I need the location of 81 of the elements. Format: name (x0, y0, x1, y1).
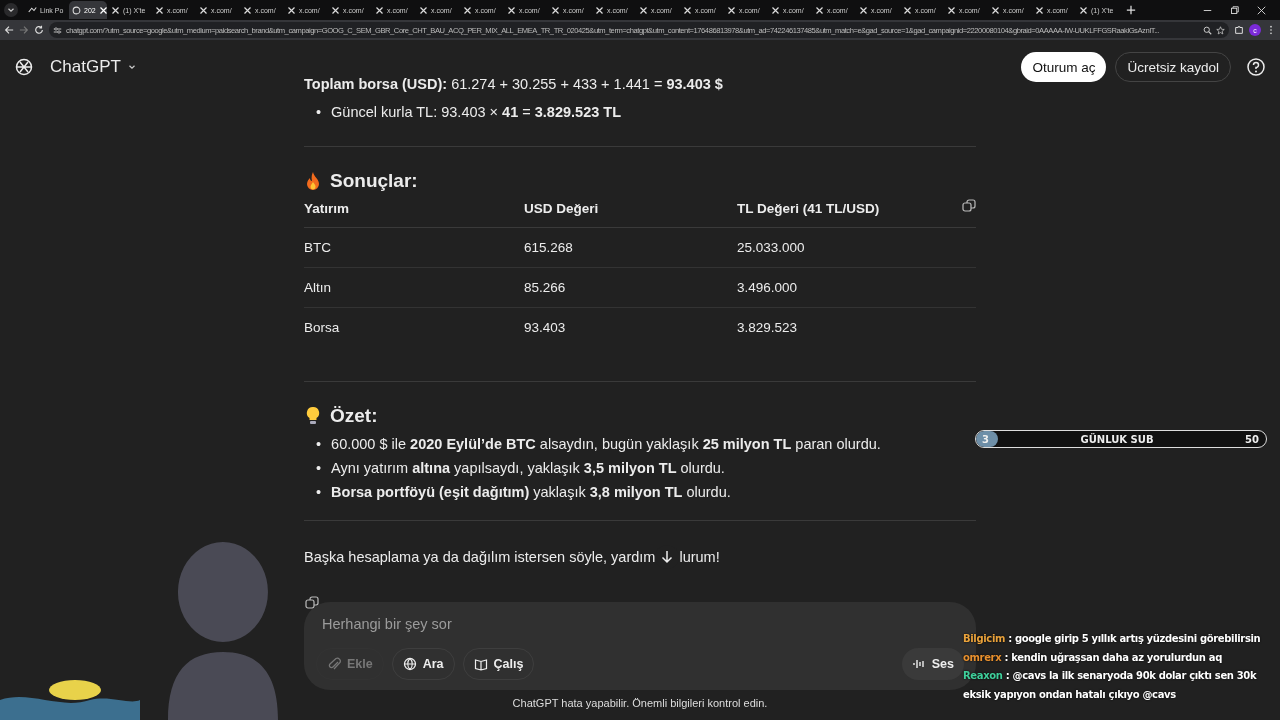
x-logo-icon (947, 5, 956, 15)
star-icon[interactable] (1216, 25, 1225, 35)
closing-text: lurum! (679, 548, 720, 567)
x-logo-icon (1035, 5, 1044, 15)
x-logo-icon (639, 5, 648, 15)
forward-icon[interactable] (19, 25, 29, 35)
site-settings-icon[interactable] (53, 25, 62, 35)
x-logo-icon (463, 5, 472, 15)
column-header: Yatırım (304, 199, 524, 228)
x-logo-icon (595, 5, 604, 15)
goal-target: 50 (1245, 433, 1259, 445)
x-logo-icon (815, 5, 824, 15)
fire-icon (304, 171, 322, 191)
table-cell: 85.266 (524, 268, 737, 308)
reload-icon[interactable] (34, 25, 44, 35)
table-cell: Altın (304, 268, 524, 308)
disclaimer-text: ChatGPT hata yapabilir. Önemli bilgileri kontrol edin. (512, 697, 768, 709)
x-logo-icon (375, 5, 384, 15)
column-header: TL Değeri (41 TL/USD) (737, 199, 952, 228)
back-icon[interactable] (4, 25, 14, 35)
bullet-marker: • (316, 103, 322, 122)
table-cell-text: 93.403 (524, 319, 567, 337)
model-selector[interactable]: ChatGPT (44, 56, 143, 78)
x-logo-icon (771, 5, 780, 15)
x-logo-icon (903, 5, 912, 15)
chat-message: Bilgicim : google girip 5 yıllık artış yüzdesini görebilirsin (963, 632, 1262, 646)
x-logo-icon (243, 5, 252, 15)
x-logo-icon (111, 5, 120, 15)
x-logo-icon (419, 5, 428, 15)
bullet-marker: • (316, 435, 322, 454)
globe-icon (402, 657, 417, 671)
puzzle-icon[interactable] (1234, 25, 1244, 35)
arrow-down-icon (660, 550, 675, 564)
table-cell: 615.268 (524, 228, 737, 268)
zigzag-icon (28, 5, 37, 15)
x-logo-icon (507, 5, 516, 15)
login-button[interactable]: Oturum aç (1021, 52, 1107, 82)
light-bulb-icon (304, 406, 322, 426)
bullet-text: 60.000 $ ile 2020 Eylül’de BTC alsaydın, bugün yaklaşık 25 milyon TL paran olurdu. (331, 435, 881, 454)
closing-text: Başka hesaplama ya da dağılım istersen söyle, yardım (304, 548, 656, 567)
table-cell: BTC (304, 228, 524, 268)
bullet-text: Aynı yatırım altına yapılsaydı, yaklaşık 3,5 milyon TL olurdu. (331, 459, 725, 478)
help-icon[interactable] (1246, 57, 1266, 77)
bullet-marker: • (316, 483, 322, 502)
copy-icon[interactable] (962, 199, 976, 213)
chat-message: Reaxon : @cavs la ilk senaryoda 90k dolar çıktı sen 30k eksik yapıyon ondan hatalı çıkıyo @cavs (963, 669, 1258, 702)
paperclip-icon (327, 657, 341, 671)
chat-message: omrerx : kendin uğraşsan daha az yorulurdun aq (963, 650, 1223, 665)
bullet-marker: • (316, 459, 322, 478)
copy-icon[interactable] (305, 596, 319, 610)
restore-icon[interactable] (1230, 5, 1239, 15)
x-logo-icon (199, 5, 208, 15)
book-icon (473, 657, 488, 671)
x-logo-icon (331, 5, 340, 15)
x-logo-icon (859, 5, 868, 15)
x-logo-icon (683, 5, 692, 15)
column-header: USD Değeri (524, 199, 737, 228)
zoom-icon[interactable] (1203, 25, 1212, 35)
bullet-text: Borsa portföyü (eşit dağıtım) yaklaşık 3,8 milyon TL olurdu. (331, 483, 731, 502)
close-icon[interactable] (1257, 5, 1266, 15)
table-cell-text: 3.829.523 (737, 319, 799, 337)
table-cell: 25.033.000 (737, 228, 952, 268)
total-line: Toplam borsa (USD): 61.274 + 30.255 + 433 + 1.441 = 93.403 $ (304, 75, 724, 94)
section-heading: Sonuçlar: (330, 171, 418, 191)
voice-button[interactable]: Ses (901, 648, 964, 680)
x-logo-icon (727, 5, 736, 15)
x-logo-icon (991, 5, 1000, 15)
x-logo-icon (155, 5, 164, 15)
table-cell: 3.496.000 (737, 268, 952, 308)
bullet-text: Güncel kurla TL: 93.403 × 41 = 3.829.523 TL (331, 103, 622, 122)
message-input[interactable]: Herhangi bir şey sor (322, 616, 964, 632)
x-logo-icon (1079, 5, 1088, 15)
new-tab-icon[interactable] (1126, 5, 1136, 15)
goal-current: 3 (982, 433, 989, 445)
section-heading: Özet: (330, 406, 378, 426)
tab-search-button[interactable] (4, 3, 18, 17)
table-cell-text: Borsa (304, 319, 341, 337)
goal-label: GÜNLUK SUB (1080, 433, 1154, 445)
x-logo-icon (287, 5, 296, 15)
x-logo-icon (551, 5, 560, 15)
waveform-icon (911, 657, 926, 671)
